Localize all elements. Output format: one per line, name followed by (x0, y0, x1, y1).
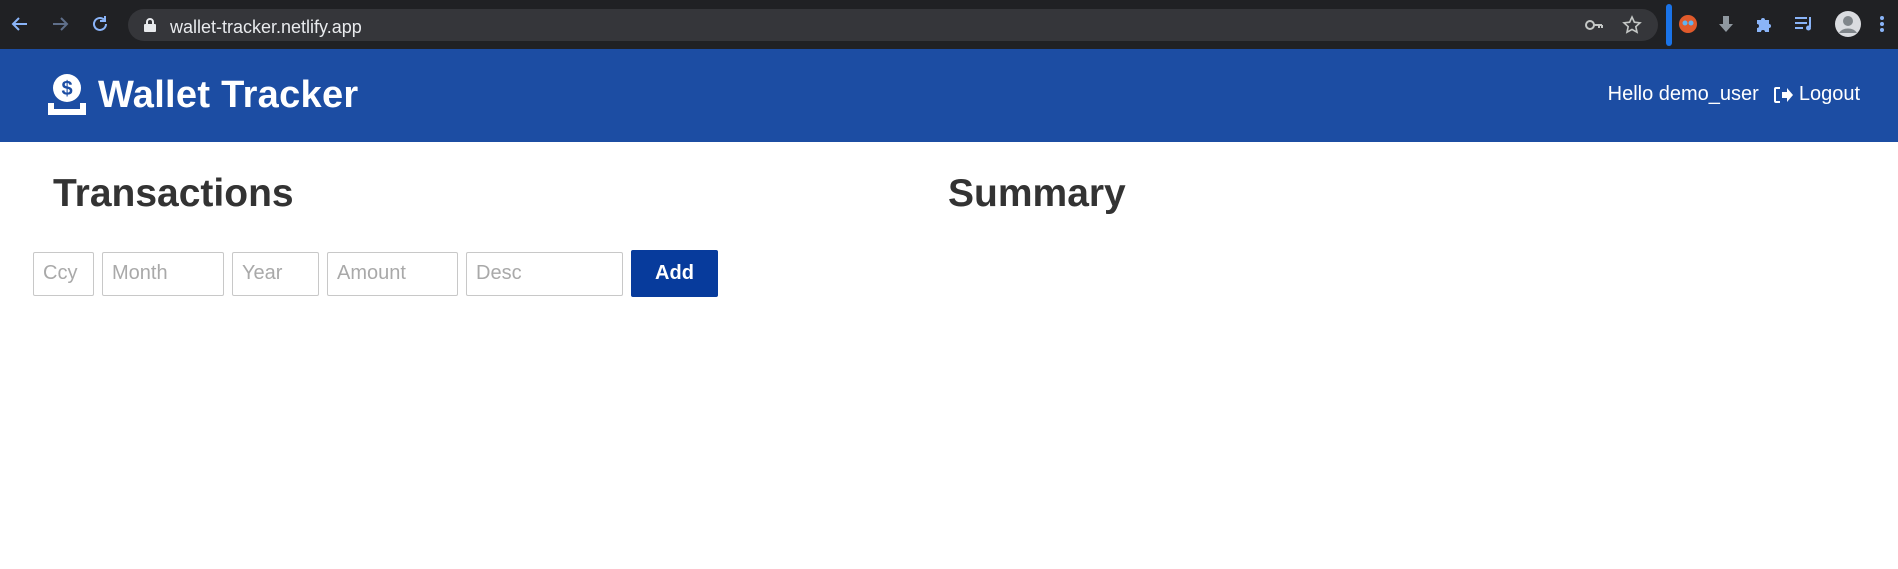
forward-arrow-icon[interactable] (48, 12, 72, 36)
add-transaction-form: Add (33, 250, 718, 297)
url-text: wallet-tracker.netlify.app (170, 17, 362, 37)
brand-link[interactable]: $ Wallet Tracker (46, 73, 358, 117)
toolbar-divider (1666, 4, 1672, 46)
extension-avatar-icon[interactable] (1676, 12, 1700, 36)
add-button[interactable]: Add (631, 250, 718, 297)
summary-title: Summary (948, 172, 1126, 215)
profile-avatar-icon[interactable] (1834, 10, 1862, 38)
browser-toolbar: wallet-tracker.netlify.app (0, 0, 1898, 49)
amount-input[interactable] (327, 251, 458, 296)
app-title: Wallet Tracker (98, 73, 359, 116)
year-input[interactable] (232, 251, 319, 296)
svg-text:$: $ (61, 78, 72, 100)
reload-icon[interactable] (88, 12, 112, 36)
ccy-input[interactable] (33, 251, 94, 296)
back-arrow-icon[interactable] (8, 12, 32, 36)
transactions-title: Transactions (53, 172, 294, 215)
lock-icon (143, 17, 157, 38)
dollar-hand-icon: $ (46, 73, 88, 117)
logout-label: Logout (1798, 83, 1860, 105)
user-greeting: Hello demo_user (1607, 83, 1759, 105)
sign-out-icon (1773, 86, 1793, 103)
month-input[interactable] (102, 251, 224, 296)
address-bar[interactable]: wallet-tracker.netlify.app (128, 9, 1658, 41)
logout-link[interactable]: Logout (1773, 83, 1860, 106)
star-icon[interactable] (1622, 15, 1642, 35)
app-header: $ Wallet Tracker Hello demo_user Logout (0, 49, 1898, 142)
user-area: Hello demo_user Logout (1608, 83, 1860, 106)
media-queue-icon[interactable] (1792, 12, 1816, 36)
download-arrow-icon[interactable] (1714, 12, 1738, 36)
puzzle-icon[interactable] (1752, 12, 1776, 36)
desc-input[interactable] (466, 251, 623, 296)
kebab-menu-icon[interactable] (1874, 12, 1890, 36)
key-icon[interactable] (1584, 15, 1604, 35)
